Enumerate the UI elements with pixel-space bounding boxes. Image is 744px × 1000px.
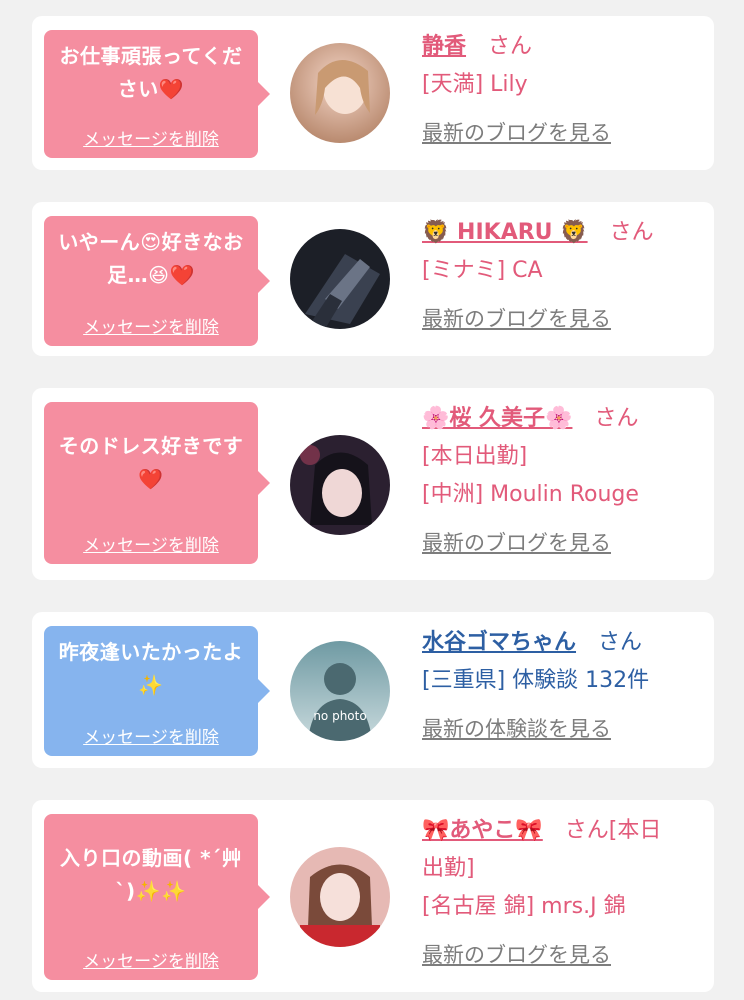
avatar[interactable]: no photo	[290, 641, 390, 741]
no-photo-avatar-icon	[290, 641, 390, 741]
message-card: そのドレス好きです❤️ メッセージを削除 🌸桜 久美子🌸 さん [本日出勤] [中…	[32, 388, 714, 580]
message-bubble: 入り口の動画( *´艸`)✨✨ メッセージを削除	[44, 814, 270, 980]
avatar-photo	[290, 229, 390, 329]
latest-blog-link[interactable]: 最新のブログを見る	[422, 943, 611, 967]
delete-message-link[interactable]: メッセージを削除	[44, 723, 258, 748]
status-badge: [本日出勤]	[422, 444, 528, 469]
message-text: お仕事頑張ってください❤️	[59, 44, 243, 101]
sender-info: 水谷ゴマちゃん さん [三重県] 体験談 132件 最新の体験談を見る	[422, 624, 704, 749]
honorific: さん	[488, 34, 533, 59]
message-text: 入り口の動画( *´艸`)✨✨	[59, 846, 243, 903]
shop-info: [名古屋 錦] mrs.J 錦	[422, 894, 626, 919]
avatar-photo	[290, 435, 390, 535]
avatar[interactable]	[290, 847, 390, 947]
latest-review-link[interactable]: 最新の体験談を見る	[422, 717, 611, 741]
sender-name-link[interactable]: 🌸桜 久美子🌸	[422, 406, 572, 431]
honorific: さん	[609, 220, 654, 245]
message-text: 昨夜逢いたかったよ✨	[58, 640, 244, 697]
sender-info: 🎀あやこ🎀 さん[本日 出勤] [名古屋 錦] mrs.J 錦 最新のブログを見る	[422, 812, 704, 975]
sender-name-link[interactable]: 静香	[422, 34, 466, 59]
message-card: 入り口の動画( *´艸`)✨✨ メッセージを削除 🎀あやこ🎀 さん[本日 出勤] …	[32, 800, 714, 992]
latest-blog-link[interactable]: 最新のブログを見る	[422, 531, 611, 555]
delete-message-link[interactable]: メッセージを削除	[44, 947, 258, 972]
message-card: いやーん😍好きなお足…😆❤️ メッセージを削除 🦁 HIKARU 🦁 さん [ミナ…	[32, 202, 714, 356]
honorific: さん	[594, 406, 639, 431]
sender-info: 静香 さん [天満] Lily 最新のブログを見る	[422, 28, 704, 153]
avatar[interactable]	[290, 229, 390, 329]
shop-info: [天満] Lily	[422, 72, 528, 97]
message-card: お仕事頑張ってください❤️ メッセージを削除 静香 さん [天満] Lily 最新…	[32, 16, 714, 170]
message-card: 昨夜逢いたかったよ✨ メッセージを削除 no photo 水谷ゴマちゃん さん […	[32, 612, 714, 768]
avatar-photo	[290, 43, 390, 143]
latest-blog-link[interactable]: 最新のブログを見る	[422, 307, 611, 331]
no-photo-label: no photo	[313, 709, 367, 723]
honorific: さん[本日	[564, 818, 662, 843]
sender-info: 🦁 HIKARU 🦁 さん [ミナミ] CA 最新のブログを見る	[422, 214, 704, 339]
shop-info: [中洲] Moulin Rouge	[422, 482, 639, 507]
delete-message-link[interactable]: メッセージを削除	[44, 531, 258, 556]
delete-message-link[interactable]: メッセージを削除	[44, 125, 258, 150]
delete-message-link[interactable]: メッセージを削除	[44, 313, 258, 338]
sender-name-link[interactable]: 🦁 HIKARU 🦁	[422, 220, 588, 245]
avatar[interactable]	[290, 435, 390, 535]
message-bubble: そのドレス好きです❤️ メッセージを削除	[44, 402, 270, 564]
message-bubble: 昨夜逢いたかったよ✨ メッセージを削除	[44, 626, 270, 756]
review-count: [三重県] 体験談 132件	[422, 668, 650, 693]
sender-name-link[interactable]: 水谷ゴマちゃん	[422, 630, 576, 655]
message-bubble: お仕事頑張ってください❤️ メッセージを削除	[44, 30, 270, 158]
avatar[interactable]	[290, 43, 390, 143]
sender-info: 🌸桜 久美子🌸 さん [本日出勤] [中洲] Moulin Rouge 最新のブロ…	[422, 400, 704, 563]
latest-blog-link[interactable]: 最新のブログを見る	[422, 121, 611, 145]
status-badge: 出勤]	[422, 856, 475, 881]
shop-info: [ミナミ] CA	[422, 258, 543, 283]
message-text: いやーん😍好きなお足…😆❤️	[58, 230, 244, 287]
avatar-photo	[290, 847, 390, 947]
message-bubble: いやーん😍好きなお足…😆❤️ メッセージを削除	[44, 216, 270, 346]
sender-name-link[interactable]: 🎀あやこ🎀	[422, 818, 543, 843]
honorific: さん	[598, 630, 643, 655]
message-text: そのドレス好きです❤️	[58, 434, 244, 491]
